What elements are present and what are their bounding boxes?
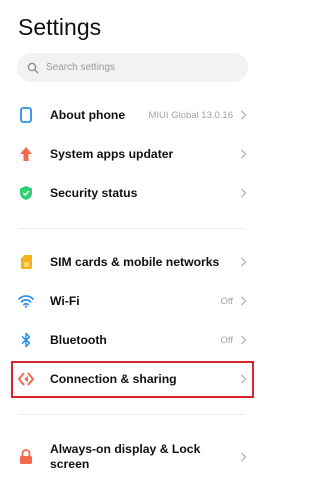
sim-card-icon: [18, 254, 34, 270]
wifi-icon: [18, 293, 34, 309]
settings-item-bluetooth[interactable]: Bluetooth Off: [12, 321, 255, 359]
bluetooth-icon: [18, 332, 34, 348]
settings-item-label: Security status: [50, 185, 138, 200]
lock-icon: [18, 449, 34, 465]
search-icon: [27, 62, 39, 73]
shield-check-icon: [18, 185, 34, 201]
connection-sharing-icon: [18, 371, 34, 387]
section-divider: [18, 414, 245, 415]
chevron-right-icon: [241, 335, 247, 345]
settings-item-system-apps-updater[interactable]: System apps updater: [12, 135, 255, 173]
settings-item-sim-cards[interactable]: SIM cards & mobile networks: [12, 243, 255, 281]
settings-item-label: Connection & sharing: [50, 371, 177, 386]
chevron-right-icon: [241, 110, 247, 120]
settings-item-label: Bluetooth: [50, 332, 107, 347]
chevron-right-icon: [241, 452, 247, 462]
settings-item-security-status[interactable]: Security status: [12, 174, 255, 212]
arrow-up-icon: [18, 146, 34, 162]
search-bar[interactable]: [17, 53, 248, 82]
settings-item-label: Always-on display & Lock screen: [50, 442, 201, 471]
settings-item-label: SIM cards & mobile networks: [50, 254, 220, 269]
settings-item-value: MIUI Global 13.0.16: [148, 109, 234, 121]
settings-item-about-phone[interactable]: About phone MIUI Global 13.0.16: [12, 96, 255, 134]
settings-item-label: Wi-Fi: [50, 293, 80, 308]
search-input[interactable]: [46, 62, 236, 73]
chevron-right-icon: [241, 188, 247, 198]
settings-item-always-on-display[interactable]: Always-on display & Lock screen: [12, 436, 255, 478]
chevron-right-icon: [241, 374, 247, 384]
chevron-right-icon: [241, 257, 247, 267]
chevron-right-icon: [241, 296, 247, 306]
phone-icon: [18, 107, 34, 123]
settings-item-label: About phone: [50, 107, 126, 122]
section-divider: [18, 228, 245, 229]
settings-item-wifi[interactable]: Wi-Fi Off: [12, 282, 255, 320]
settings-item-label: System apps updater: [50, 146, 174, 161]
chevron-right-icon: [241, 149, 247, 159]
settings-item-value: Off: [220, 295, 234, 307]
settings-item-value: Off: [220, 334, 234, 346]
settings-item-connection-sharing[interactable]: Connection & sharing: [12, 360, 255, 398]
page-title: Settings: [18, 14, 102, 40]
